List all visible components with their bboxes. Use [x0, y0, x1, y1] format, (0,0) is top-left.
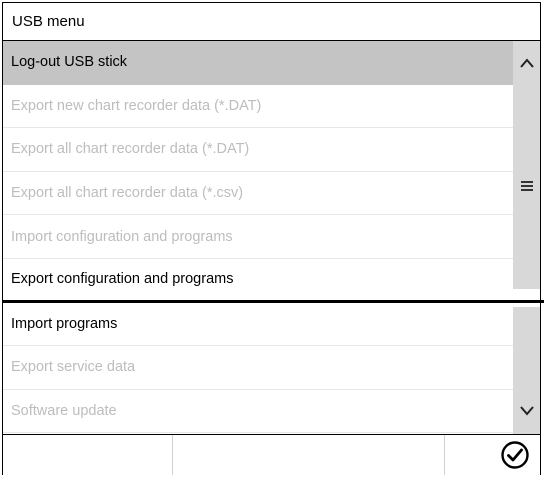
menu-item-export-service-data[interactable]: Export service data	[3, 346, 513, 390]
menu-item-logout-usb-stick[interactable]: Log-out USB stick	[3, 41, 513, 85]
grip-lines-icon	[520, 181, 533, 191]
usb-menu-list: Log-out USB stick Export new chart recor…	[3, 41, 513, 434]
scroll-grip[interactable]	[513, 165, 540, 205]
menu-item-export-all-chart-data-dat[interactable]: Export all chart recorder data (*.DAT)	[3, 128, 513, 172]
page-divider	[3, 300, 544, 303]
scrollbar[interactable]	[513, 41, 540, 434]
menu-item-export-all-chart-data-csv[interactable]: Export all chart recorder data (*.csv)	[3, 171, 513, 216]
menu-item-import-configuration-programs[interactable]: Import configuration and programs	[3, 215, 513, 259]
menu-item-import-programs[interactable]: Import programs	[3, 302, 513, 347]
menu-item-software-update[interactable]: Software update	[3, 389, 513, 434]
scroll-thumb[interactable]	[513, 289, 540, 307]
menu-item-export-new-chart-data-dat[interactable]: Export new chart recorder data (*.DAT)	[3, 84, 513, 129]
scroll-up-button[interactable]	[513, 45, 540, 81]
chevron-up-icon	[519, 58, 534, 68]
usb-menu-window: USB menu Log-out USB stick Export new ch…	[2, 2, 544, 475]
window-title: USB menu	[3, 3, 540, 41]
scroll-down-button[interactable]	[513, 391, 540, 429]
soft-key-1[interactable]	[3, 435, 173, 475]
soft-key-2[interactable]	[173, 435, 445, 475]
soft-key-bar	[3, 434, 540, 475]
check-circle-icon	[501, 441, 529, 469]
menu-item-export-configuration-programs[interactable]: Export configuration and programs	[3, 258, 513, 303]
confirm-button[interactable]	[495, 437, 535, 473]
chevron-down-icon	[519, 406, 534, 416]
